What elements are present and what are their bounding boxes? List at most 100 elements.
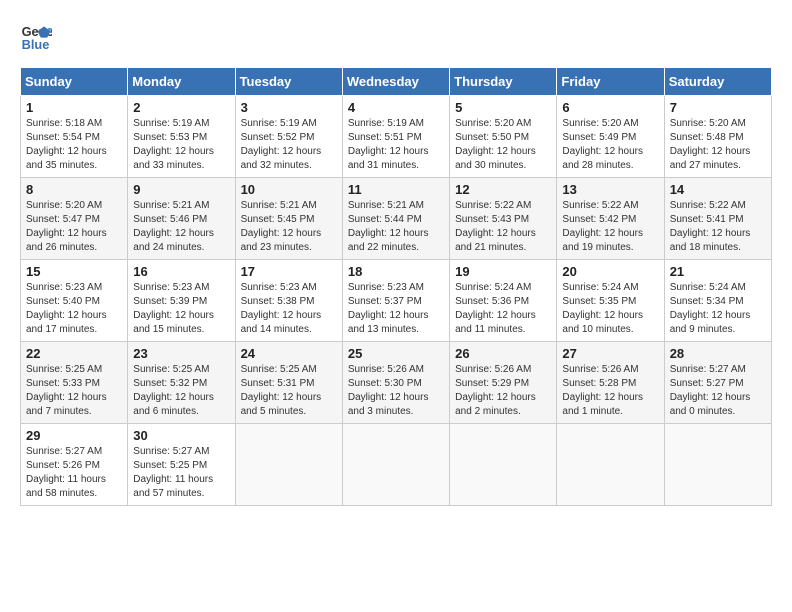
day-number: 22 <box>26 346 122 361</box>
day-info: Sunrise: 5:20 AMSunset: 5:49 PMDaylight:… <box>562 117 658 173</box>
day-info: Sunrise: 5:26 AMSunset: 5:29 PMDaylight:… <box>455 363 551 419</box>
calendar-day-cell: 1 Sunrise: 5:18 AMSunset: 5:54 PMDayligh… <box>21 96 128 178</box>
calendar-day-cell: 7 Sunrise: 5:20 AMSunset: 5:48 PMDayligh… <box>664 96 771 178</box>
day-number: 30 <box>133 428 229 443</box>
day-info: Sunrise: 5:25 AMSunset: 5:33 PMDaylight:… <box>26 363 122 419</box>
calendar: SundayMondayTuesdayWednesdayThursdayFrid… <box>20 67 772 506</box>
day-number: 18 <box>348 264 444 279</box>
calendar-day-cell: 11 Sunrise: 5:21 AMSunset: 5:44 PMDaylig… <box>342 178 449 260</box>
day-number: 21 <box>670 264 766 279</box>
weekday-header: Tuesday <box>235 68 342 96</box>
day-info: Sunrise: 5:27 AMSunset: 5:25 PMDaylight:… <box>133 445 229 501</box>
day-info: Sunrise: 5:21 AMSunset: 5:44 PMDaylight:… <box>348 199 444 255</box>
day-info: Sunrise: 5:18 AMSunset: 5:54 PMDaylight:… <box>26 117 122 173</box>
calendar-week-row: 15 Sunrise: 5:23 AMSunset: 5:40 PMDaylig… <box>21 260 772 342</box>
calendar-day-cell: 18 Sunrise: 5:23 AMSunset: 5:37 PMDaylig… <box>342 260 449 342</box>
day-info: Sunrise: 5:21 AMSunset: 5:45 PMDaylight:… <box>241 199 337 255</box>
day-number: 19 <box>455 264 551 279</box>
calendar-day-cell: 8 Sunrise: 5:20 AMSunset: 5:47 PMDayligh… <box>21 178 128 260</box>
calendar-day-cell: 30 Sunrise: 5:27 AMSunset: 5:25 PMDaylig… <box>128 424 235 506</box>
day-info: Sunrise: 5:19 AMSunset: 5:52 PMDaylight:… <box>241 117 337 173</box>
calendar-day-cell: 23 Sunrise: 5:25 AMSunset: 5:32 PMDaylig… <box>128 342 235 424</box>
weekday-header: Sunday <box>21 68 128 96</box>
day-info: Sunrise: 5:23 AMSunset: 5:40 PMDaylight:… <box>26 281 122 337</box>
calendar-day-cell: 29 Sunrise: 5:27 AMSunset: 5:26 PMDaylig… <box>21 424 128 506</box>
calendar-day-cell: 5 Sunrise: 5:20 AMSunset: 5:50 PMDayligh… <box>450 96 557 178</box>
day-number: 12 <box>455 182 551 197</box>
day-number: 15 <box>26 264 122 279</box>
calendar-day-cell <box>557 424 664 506</box>
day-number: 17 <box>241 264 337 279</box>
day-number: 1 <box>26 100 122 115</box>
day-number: 8 <box>26 182 122 197</box>
day-number: 27 <box>562 346 658 361</box>
day-number: 25 <box>348 346 444 361</box>
page-header: General Blue <box>20 20 772 52</box>
day-info: Sunrise: 5:27 AMSunset: 5:26 PMDaylight:… <box>26 445 122 501</box>
day-number: 2 <box>133 100 229 115</box>
calendar-day-cell: 26 Sunrise: 5:26 AMSunset: 5:29 PMDaylig… <box>450 342 557 424</box>
day-info: Sunrise: 5:20 AMSunset: 5:48 PMDaylight:… <box>670 117 766 173</box>
calendar-week-row: 29 Sunrise: 5:27 AMSunset: 5:26 PMDaylig… <box>21 424 772 506</box>
day-number: 29 <box>26 428 122 443</box>
weekday-header: Monday <box>128 68 235 96</box>
calendar-day-cell <box>342 424 449 506</box>
calendar-day-cell: 12 Sunrise: 5:22 AMSunset: 5:43 PMDaylig… <box>450 178 557 260</box>
day-info: Sunrise: 5:19 AMSunset: 5:51 PMDaylight:… <box>348 117 444 173</box>
calendar-day-cell <box>235 424 342 506</box>
weekday-header: Wednesday <box>342 68 449 96</box>
day-info: Sunrise: 5:20 AMSunset: 5:47 PMDaylight:… <box>26 199 122 255</box>
calendar-day-cell: 4 Sunrise: 5:19 AMSunset: 5:51 PMDayligh… <box>342 96 449 178</box>
day-number: 10 <box>241 182 337 197</box>
day-number: 3 <box>241 100 337 115</box>
day-number: 20 <box>562 264 658 279</box>
day-number: 24 <box>241 346 337 361</box>
calendar-day-cell: 10 Sunrise: 5:21 AMSunset: 5:45 PMDaylig… <box>235 178 342 260</box>
day-number: 11 <box>348 182 444 197</box>
calendar-day-cell: 28 Sunrise: 5:27 AMSunset: 5:27 PMDaylig… <box>664 342 771 424</box>
day-number: 28 <box>670 346 766 361</box>
calendar-week-row: 22 Sunrise: 5:25 AMSunset: 5:33 PMDaylig… <box>21 342 772 424</box>
calendar-day-cell: 2 Sunrise: 5:19 AMSunset: 5:53 PMDayligh… <box>128 96 235 178</box>
day-number: 23 <box>133 346 229 361</box>
day-info: Sunrise: 5:24 AMSunset: 5:35 PMDaylight:… <box>562 281 658 337</box>
day-info: Sunrise: 5:24 AMSunset: 5:34 PMDaylight:… <box>670 281 766 337</box>
day-number: 6 <box>562 100 658 115</box>
day-number: 26 <box>455 346 551 361</box>
weekday-header: Friday <box>557 68 664 96</box>
day-info: Sunrise: 5:23 AMSunset: 5:37 PMDaylight:… <box>348 281 444 337</box>
calendar-day-cell: 25 Sunrise: 5:26 AMSunset: 5:30 PMDaylig… <box>342 342 449 424</box>
day-info: Sunrise: 5:21 AMSunset: 5:46 PMDaylight:… <box>133 199 229 255</box>
calendar-day-cell: 22 Sunrise: 5:25 AMSunset: 5:33 PMDaylig… <box>21 342 128 424</box>
calendar-day-cell: 3 Sunrise: 5:19 AMSunset: 5:52 PMDayligh… <box>235 96 342 178</box>
day-info: Sunrise: 5:23 AMSunset: 5:38 PMDaylight:… <box>241 281 337 337</box>
calendar-week-row: 8 Sunrise: 5:20 AMSunset: 5:47 PMDayligh… <box>21 178 772 260</box>
day-number: 14 <box>670 182 766 197</box>
day-info: Sunrise: 5:26 AMSunset: 5:28 PMDaylight:… <box>562 363 658 419</box>
calendar-week-row: 1 Sunrise: 5:18 AMSunset: 5:54 PMDayligh… <box>21 96 772 178</box>
weekday-header-row: SundayMondayTuesdayWednesdayThursdayFrid… <box>21 68 772 96</box>
calendar-day-cell: 21 Sunrise: 5:24 AMSunset: 5:34 PMDaylig… <box>664 260 771 342</box>
calendar-day-cell: 9 Sunrise: 5:21 AMSunset: 5:46 PMDayligh… <box>128 178 235 260</box>
calendar-day-cell: 24 Sunrise: 5:25 AMSunset: 5:31 PMDaylig… <box>235 342 342 424</box>
day-info: Sunrise: 5:26 AMSunset: 5:30 PMDaylight:… <box>348 363 444 419</box>
day-number: 16 <box>133 264 229 279</box>
calendar-day-cell: 6 Sunrise: 5:20 AMSunset: 5:49 PMDayligh… <box>557 96 664 178</box>
calendar-day-cell: 13 Sunrise: 5:22 AMSunset: 5:42 PMDaylig… <box>557 178 664 260</box>
calendar-day-cell: 20 Sunrise: 5:24 AMSunset: 5:35 PMDaylig… <box>557 260 664 342</box>
calendar-day-cell: 19 Sunrise: 5:24 AMSunset: 5:36 PMDaylig… <box>450 260 557 342</box>
calendar-day-cell <box>450 424 557 506</box>
logo: General Blue <box>20 20 56 52</box>
day-info: Sunrise: 5:19 AMSunset: 5:53 PMDaylight:… <box>133 117 229 173</box>
day-info: Sunrise: 5:23 AMSunset: 5:39 PMDaylight:… <box>133 281 229 337</box>
logo-icon: General Blue <box>20 20 52 52</box>
day-number: 7 <box>670 100 766 115</box>
calendar-day-cell: 15 Sunrise: 5:23 AMSunset: 5:40 PMDaylig… <box>21 260 128 342</box>
day-info: Sunrise: 5:24 AMSunset: 5:36 PMDaylight:… <box>455 281 551 337</box>
weekday-header: Saturday <box>664 68 771 96</box>
calendar-day-cell: 27 Sunrise: 5:26 AMSunset: 5:28 PMDaylig… <box>557 342 664 424</box>
weekday-header: Thursday <box>450 68 557 96</box>
day-info: Sunrise: 5:22 AMSunset: 5:43 PMDaylight:… <box>455 199 551 255</box>
day-info: Sunrise: 5:22 AMSunset: 5:42 PMDaylight:… <box>562 199 658 255</box>
day-info: Sunrise: 5:20 AMSunset: 5:50 PMDaylight:… <box>455 117 551 173</box>
